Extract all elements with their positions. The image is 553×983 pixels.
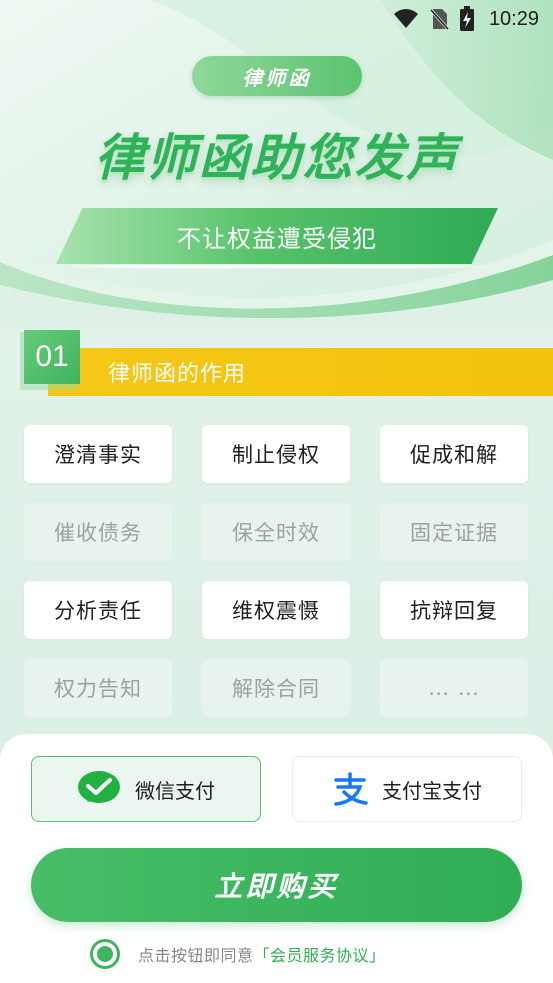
function-chip: 催收债务 — [24, 503, 172, 561]
hero-headline: 律师函助您发声 — [94, 129, 459, 187]
agree-radio-dot — [97, 946, 113, 962]
wechat-pay-icon — [78, 771, 120, 803]
wifi-icon — [393, 9, 418, 28]
function-grid: 澄清事实 制止侵权 促成和解 催收债务 保全时效 固定证据 分析责任 维权震慑 … — [24, 425, 528, 717]
function-chip: 解除合同 — [202, 659, 350, 717]
function-chip: … … — [380, 659, 528, 717]
member-agreement-link[interactable]: 「会员服务协议」 — [254, 946, 386, 965]
subtitle-underline — [56, 265, 498, 268]
agree-radio[interactable] — [90, 939, 120, 969]
alipay-icon — [334, 772, 368, 806]
function-chip: 分析责任 — [24, 581, 172, 639]
section-title: 律师函的作用 — [108, 362, 247, 387]
function-chip: 维权震慑 — [202, 581, 350, 639]
function-chip: 抗辩回复 — [380, 581, 528, 639]
agreement-text: 点击按钮即同意「会员服务协议」 — [138, 942, 386, 966]
status-icons: 10:29 — [393, 6, 539, 32]
section-number: 01 — [24, 330, 80, 384]
function-chip: 制止侵权 — [202, 425, 350, 483]
lawyer-letter-page: 10:29 律师函 律师函助您发声 不让权益遭受侵犯 01 律师函的作用 澄清事… — [0, 0, 553, 983]
title-badge: 律师函 — [192, 56, 362, 96]
alipay-button[interactable]: 支付宝支付 — [292, 756, 522, 822]
buy-now-button[interactable]: 立即购买 — [31, 848, 522, 922]
subtitle-banner: 不让权益遭受侵犯 — [56, 208, 498, 268]
alipay-label: 支付宝支付 — [382, 778, 482, 803]
bottom-panel: 微信支付 支付宝支付 立即购买 点击按钮即同意「会员服务协议」 — [0, 734, 553, 983]
function-chip: 权力告知 — [24, 659, 172, 717]
function-chip: 保全时效 — [202, 503, 350, 561]
section-header: 01 律师函的作用 — [0, 326, 553, 398]
agreement-prefix: 点击按钮即同意 — [138, 946, 254, 965]
function-chip: 澄清事实 — [24, 425, 172, 483]
status-bar: 10:29 — [0, 0, 553, 38]
subtitle-text: 不让权益遭受侵犯 — [177, 224, 377, 253]
function-chip: 固定证据 — [380, 503, 528, 561]
agreement-row: 点击按钮即同意「会员服务协议」 — [90, 938, 386, 970]
wechat-pay-label: 微信支付 — [135, 778, 215, 803]
wechat-pay-button[interactable]: 微信支付 — [31, 756, 261, 822]
battery-charging-icon — [459, 6, 474, 31]
status-time: 10:29 — [488, 7, 539, 30]
function-chip: 促成和解 — [380, 425, 528, 483]
no-sim-icon — [429, 8, 449, 31]
